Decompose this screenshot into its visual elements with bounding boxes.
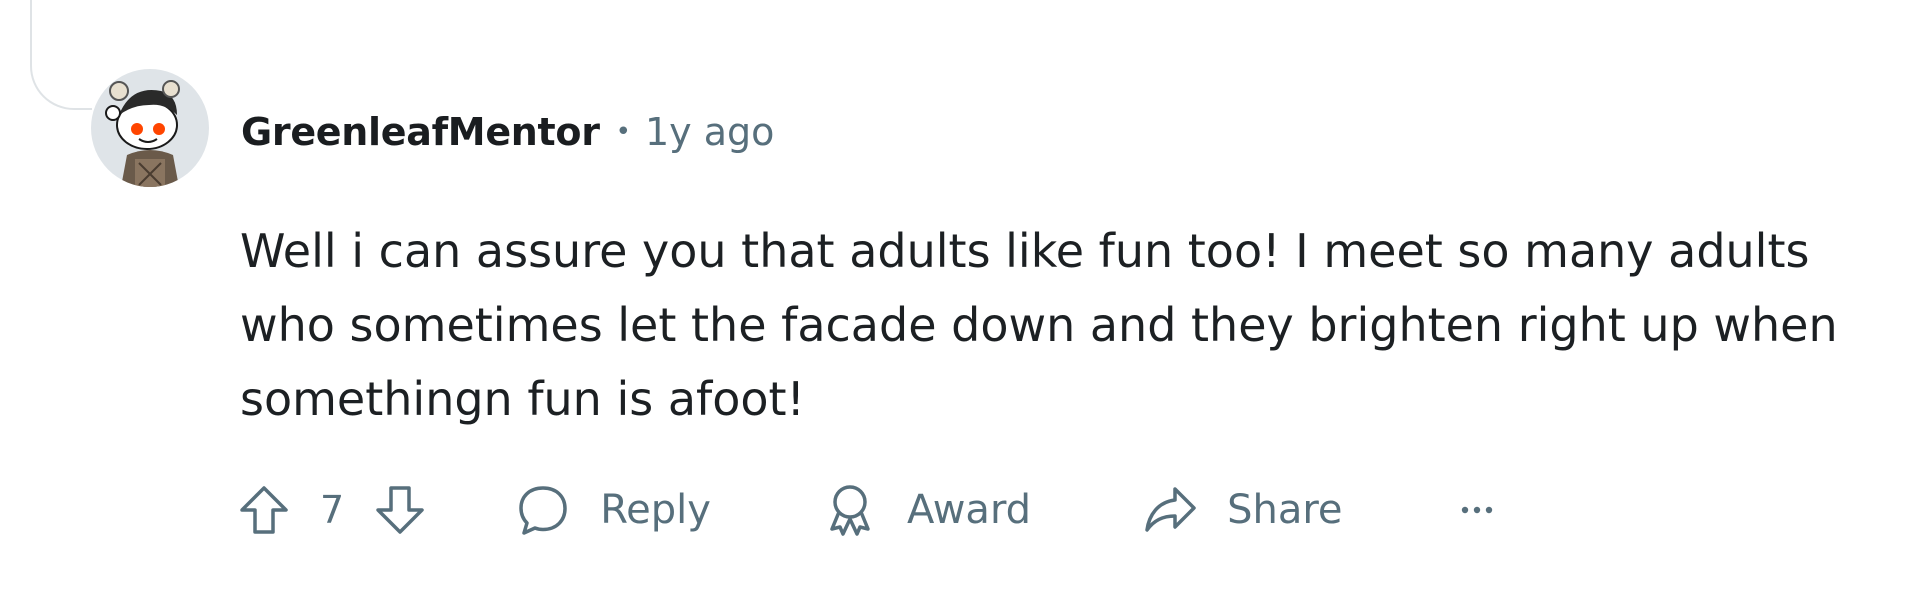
ellipsis-icon (1461, 506, 1492, 514)
reply-label: Reply (600, 487, 711, 533)
downvote-button[interactable] (372, 482, 428, 538)
share-button[interactable]: Share (1141, 481, 1343, 539)
arrow-down-icon (376, 486, 424, 534)
comment-action-bar: 7 Reply Award Share (236, 470, 1497, 550)
reply-button[interactable]: Reply (514, 481, 711, 539)
award-button[interactable]: Award (821, 481, 1031, 539)
more-options-button[interactable] (1457, 500, 1497, 520)
comment-meta: GreenleafMentor • 1y ago (241, 104, 774, 160)
avatar[interactable] (91, 69, 209, 187)
award-icon (821, 481, 879, 539)
comment-bubble-icon (514, 481, 572, 539)
award-label: Award (906, 487, 1032, 533)
share-arrow-icon (1141, 481, 1199, 539)
separator-dot: • (615, 117, 631, 147)
timestamp[interactable]: 1y ago (645, 110, 774, 154)
arrow-up-icon (240, 486, 288, 534)
username-link[interactable]: GreenleafMentor (241, 110, 600, 154)
vote-count: 7 (320, 488, 345, 532)
upvote-button[interactable] (236, 482, 292, 538)
thread-connector-line (30, 0, 92, 110)
comment-body: Well i can assure you that adults like f… (240, 224, 1838, 426)
snoo-avatar-icon (105, 80, 180, 187)
share-label: Share (1227, 487, 1343, 533)
